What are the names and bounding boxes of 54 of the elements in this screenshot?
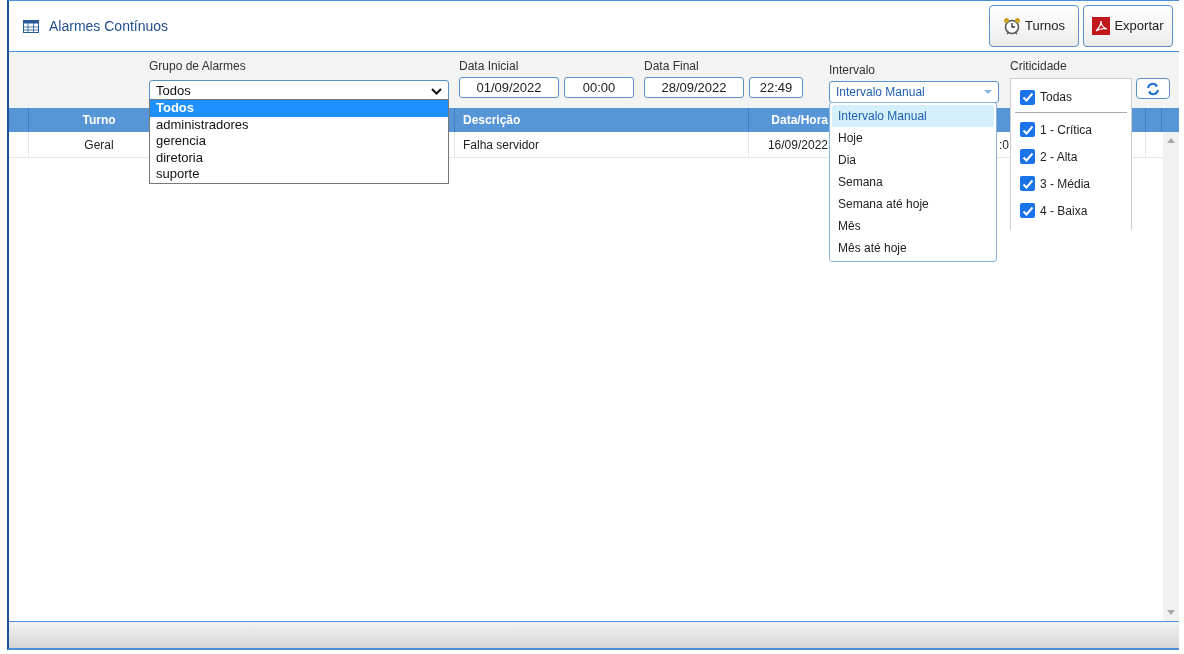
- dropdown-option[interactable]: Hoje: [832, 127, 994, 149]
- scroll-up-icon: [1167, 138, 1175, 143]
- dropdown-option[interactable]: Mês até hoje: [832, 237, 994, 259]
- refresh-button[interactable]: [1136, 78, 1170, 99]
- shifts-button[interactable]: Turnos: [989, 5, 1079, 47]
- checkbox-option[interactable]: 4 - Baixa: [1015, 197, 1127, 224]
- filter-label: Intervalo: [829, 62, 877, 79]
- page-title: Alarmes Contínuos: [49, 16, 169, 36]
- export-button[interactable]: Exportar: [1083, 5, 1173, 47]
- check-icon: [1022, 92, 1033, 102]
- input-field[interactable]: 28/09/2022: [644, 77, 744, 98]
- checkbox-option[interactable]: 1 - Crítica: [1015, 116, 1127, 143]
- filter-label: Criticidade: [1010, 58, 1068, 75]
- chevron-down-icon: [431, 87, 442, 95]
- input-field[interactable]: 00:00: [564, 77, 634, 98]
- dropdown-option[interactable]: Semana: [832, 171, 994, 193]
- table-cell-text: Falha servidor: [463, 136, 540, 154]
- table-icon: [23, 19, 39, 33]
- check-icon: [1022, 205, 1033, 216]
- filter-label: Data Inicial: [459, 58, 520, 75]
- filter-label: Data Final: [644, 58, 700, 75]
- dropdown-option[interactable]: diretoria: [150, 149, 448, 166]
- dropdown-option[interactable]: Dia: [832, 149, 994, 171]
- caret-icon: [984, 90, 992, 94]
- dropdown-option[interactable]: Intervalo Manual: [832, 105, 994, 127]
- input-field[interactable]: 22:49: [749, 77, 803, 98]
- scroll-down-icon: [1167, 610, 1175, 615]
- dropdown-option[interactable]: gerencia: [150, 133, 448, 150]
- checkbox[interactable]: [1020, 149, 1035, 164]
- checkbox-option[interactable]: 3 - Média: [1015, 170, 1127, 197]
- group-select[interactable]: Todos: [149, 80, 449, 102]
- check-icon: [1022, 151, 1033, 162]
- dropdown-option[interactable]: suporte: [150, 166, 448, 183]
- alarm-clock-icon: [1003, 17, 1021, 35]
- dropdown-option[interactable]: Semana até hoje: [832, 193, 994, 215]
- table-cell-text: :0: [999, 136, 1009, 154]
- interval-select[interactable]: Intervalo Manual: [829, 81, 999, 103]
- refresh-icon: [1146, 81, 1160, 96]
- checkbox-option[interactable]: 2 - Alta: [1015, 143, 1127, 170]
- checkbox-option[interactable]: Todas: [1015, 87, 1127, 107]
- dropdown-option[interactable]: administradores: [150, 116, 448, 133]
- dropdown-option[interactable]: Mês: [832, 215, 994, 237]
- table-cell-text: 16/09/2022: [767, 136, 828, 154]
- table-cell-text: Geral: [84, 136, 114, 154]
- scrollbar[interactable]: [1163, 132, 1179, 621]
- filter-label: Grupo de Alarmes: [149, 58, 247, 75]
- checkbox[interactable]: [1020, 176, 1035, 191]
- checkbox[interactable]: [1020, 203, 1035, 218]
- check-icon: [1022, 124, 1033, 135]
- pdf-icon: [1092, 17, 1111, 35]
- check-icon: [1022, 178, 1033, 189]
- input-field[interactable]: 01/09/2022: [459, 77, 559, 98]
- checkbox[interactable]: [1020, 89, 1035, 105]
- checkbox[interactable]: [1020, 122, 1035, 137]
